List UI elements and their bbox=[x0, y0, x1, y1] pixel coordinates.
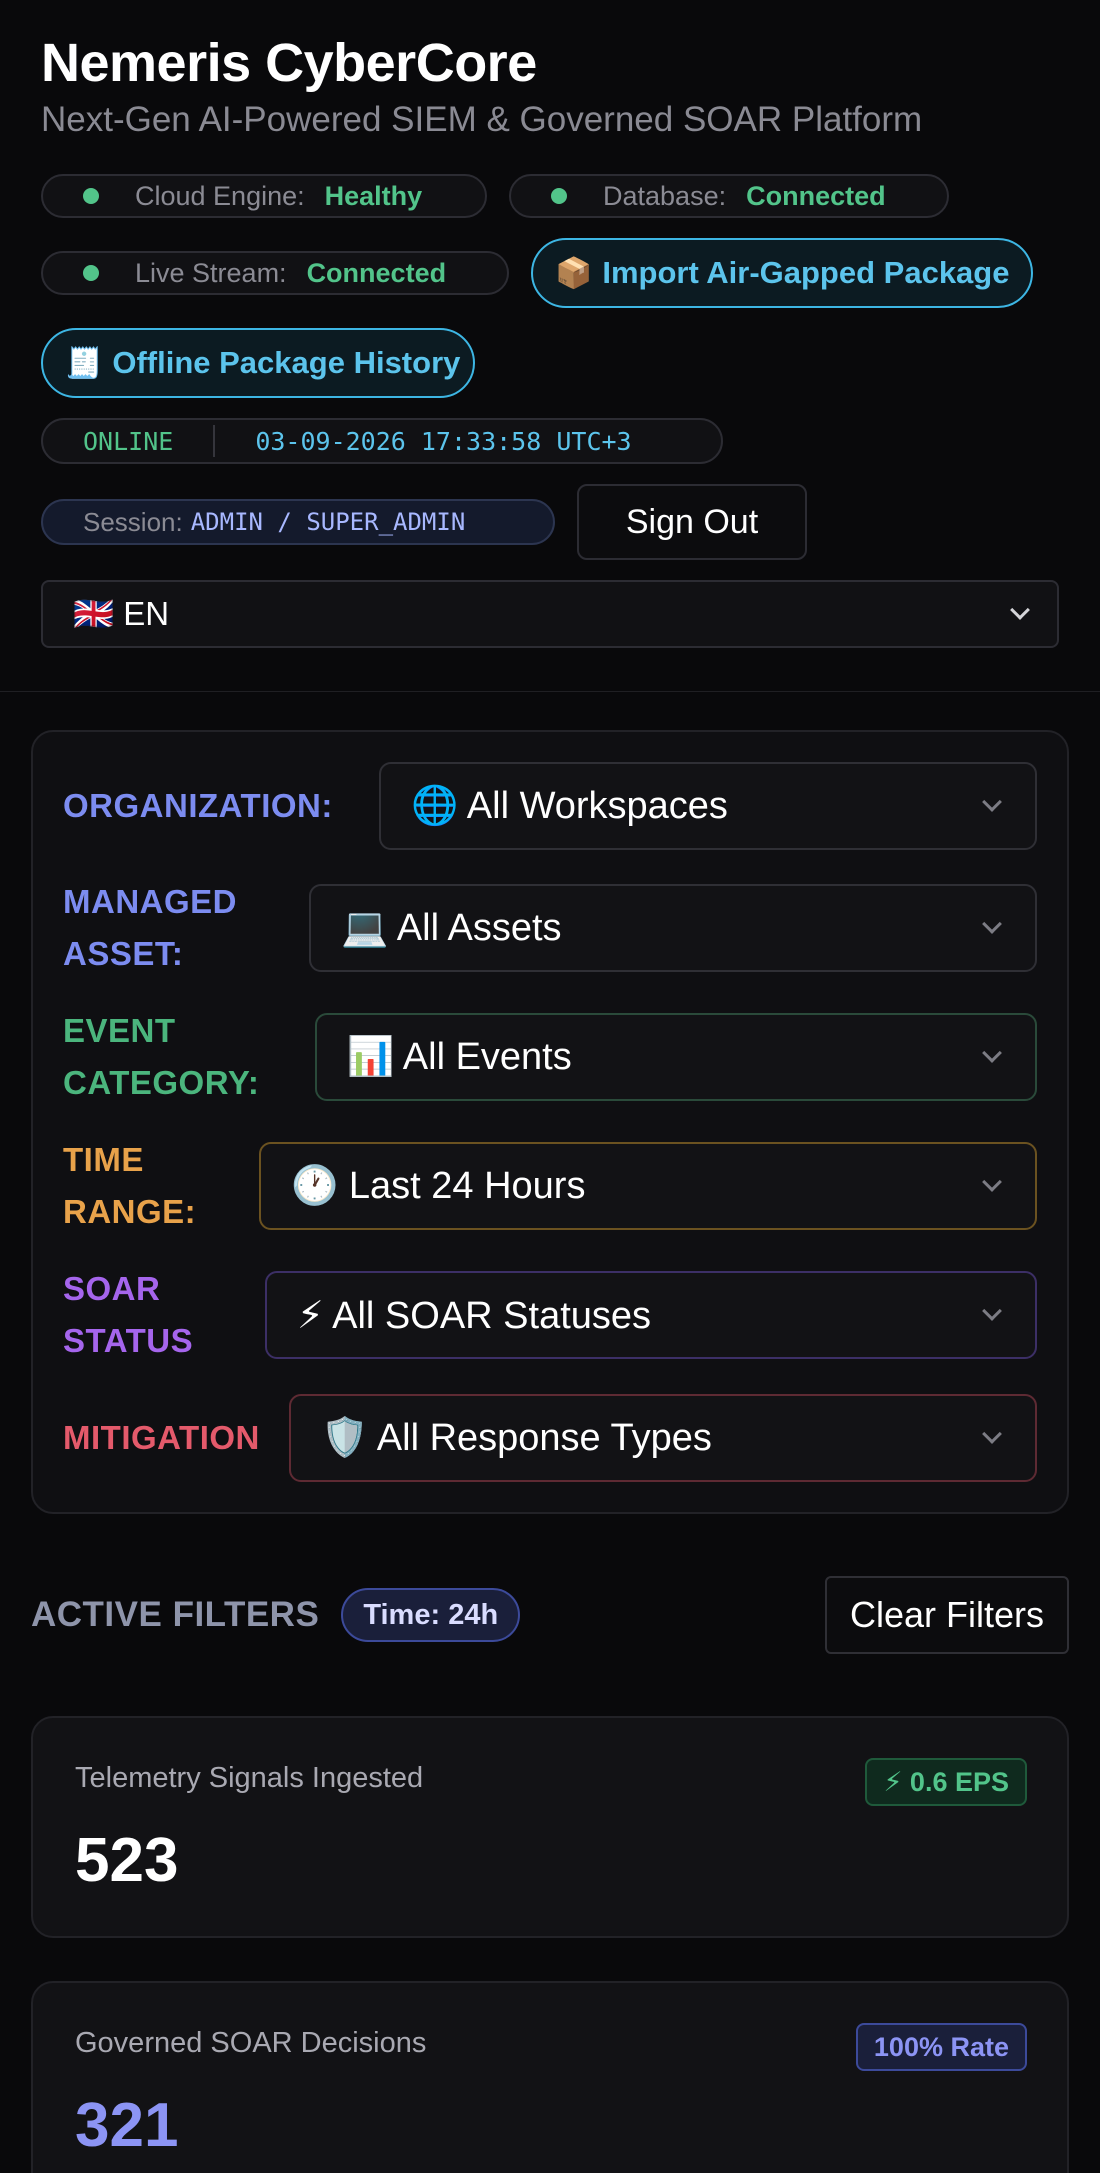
offline-history-button[interactable]: 🧾 Offline Package History bbox=[41, 328, 475, 398]
chevron-down-icon bbox=[982, 1301, 1002, 1321]
chevron-down-icon bbox=[982, 914, 1002, 934]
live-stream-status: Live Stream: Connected bbox=[41, 251, 509, 295]
package-icon: 📦 bbox=[555, 256, 593, 290]
time-range-select[interactable]: 🕐 Last 24 Hours bbox=[259, 1142, 1037, 1230]
filter-event-category: EVENT CATEGORY: 📊 All Events bbox=[63, 1012, 1037, 1101]
mitigation-select[interactable]: 🛡️ All Response Types bbox=[289, 1394, 1037, 1482]
clock-time: 03-09-2026 17:33:58 UTC+3 bbox=[255, 426, 632, 456]
eps-badge: ⚡ 0.6 EPS bbox=[865, 1758, 1027, 1806]
soar-status-select[interactable]: ⚡ All SOAR Statuses bbox=[265, 1271, 1037, 1359]
cloud-engine-status: Cloud Engine: Healthy bbox=[41, 174, 487, 218]
filter-mitigation: MITIGATION 🛡️ All Response Types bbox=[63, 1394, 1037, 1482]
status-dot-icon bbox=[83, 265, 99, 281]
chevron-down-icon bbox=[982, 1043, 1002, 1063]
kpi-value: 523 bbox=[75, 1826, 179, 1895]
filter-managed-asset: MANAGED ASSET: 💻 All Assets bbox=[63, 883, 1037, 972]
online-indicator: ONLINE bbox=[83, 426, 174, 456]
rate-badge: 100% Rate bbox=[855, 2023, 1027, 2071]
kpi-card-soar: Governed SOAR Decisions 321 100% Rate bbox=[31, 1981, 1069, 2173]
kpi-label: Governed SOAR Decisions bbox=[75, 2027, 427, 2059]
filter-soar-status: SOAR STATUS ⚡ All SOAR Statuses bbox=[63, 1270, 1037, 1359]
chevron-down-icon bbox=[982, 792, 1002, 812]
chevron-down-icon bbox=[982, 1172, 1002, 1192]
app-subtitle: Next-Gen AI-Powered SIEM & Governed SOAR… bbox=[41, 100, 923, 139]
database-status: Database: Connected bbox=[509, 174, 949, 218]
managed-asset-select[interactable]: 💻 All Assets bbox=[309, 884, 1037, 972]
status-dot-icon bbox=[551, 188, 567, 204]
kpi-label: Telemetry Signals Ingested bbox=[75, 1762, 424, 1794]
kpi-value: 321 bbox=[75, 2091, 179, 2160]
import-package-button[interactable]: 📦 Import Air-Gapped Package bbox=[531, 238, 1034, 308]
language-value: 🇬🇧 EN bbox=[73, 594, 170, 632]
kpi-card-telemetry: Telemetry Signals Ingested 523 ⚡ 0.6 EPS bbox=[31, 1716, 1069, 1938]
status-dot-icon bbox=[83, 188, 99, 204]
filter-time-range: TIME RANGE: 🕐 Last 24 Hours bbox=[63, 1141, 1037, 1230]
clear-filters-button[interactable]: Clear Filters bbox=[825, 1576, 1069, 1654]
active-filters-bar: ACTIVE FILTERS Time: 24h Clear Filters bbox=[31, 1576, 1069, 1654]
filter-tag[interactable]: Time: 24h bbox=[341, 1588, 521, 1642]
filter-organization: ORGANIZATION: 🌐 All Workspaces bbox=[63, 762, 1037, 850]
sign-out-button[interactable]: Sign Out bbox=[577, 484, 807, 560]
chevron-down-icon bbox=[982, 1424, 1002, 1444]
system-clock: ONLINE 03-09-2026 17:33:58 UTC+3 bbox=[41, 418, 723, 464]
filter-panel: ORGANIZATION: 🌐 All Workspaces MANAGED A… bbox=[31, 730, 1069, 1514]
session-badge: Session: ADMIN / SUPER_ADMIN bbox=[41, 499, 555, 545]
active-filters-title: ACTIVE FILTERS bbox=[31, 1595, 320, 1634]
receipt-icon: 🧾 bbox=[65, 346, 103, 380]
app-title: Nemeris CyberCore bbox=[41, 33, 537, 93]
app-header: Nemeris CyberCore Next-Gen AI-Powered SI… bbox=[0, 0, 1100, 692]
organization-select[interactable]: 🌐 All Workspaces bbox=[379, 762, 1037, 850]
chevron-down-icon bbox=[1010, 600, 1030, 620]
event-category-select[interactable]: 📊 All Events bbox=[315, 1013, 1037, 1101]
language-select[interactable]: 🇬🇧 EN bbox=[41, 580, 1059, 648]
